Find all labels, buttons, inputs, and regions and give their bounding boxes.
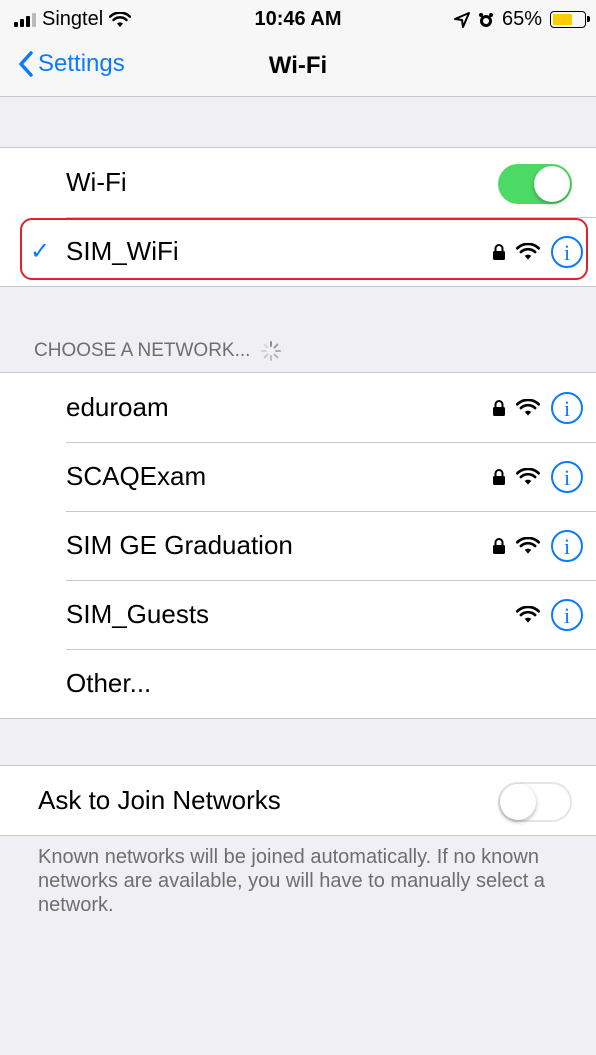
lock-icon [492,399,506,417]
wifi-signal-icon [516,536,540,555]
lock-icon [492,537,506,555]
wifi-signal-icon [516,398,540,417]
networks-group: eduroam i SCAQExam i SIM GE Graduation i… [0,372,596,719]
network-row[interactable]: SCAQExam i [0,442,596,511]
wifi-signal-icon [516,467,540,486]
network-name: SIM GE Graduation [66,530,293,560]
info-icon[interactable]: i [550,391,584,425]
choose-network-header: CHOOSE A NETWORK... [34,340,282,362]
wifi-label: Wi-Fi [66,167,127,197]
other-label: Other... [66,668,152,698]
ask-join-toggle[interactable] [498,782,572,822]
ask-join-label: Ask to Join Networks [38,785,281,815]
network-icons: i [492,217,584,286]
svg-text:i: i [564,603,570,628]
lock-icon [492,468,506,486]
location-icon [453,11,470,28]
wifi-toggle[interactable] [498,164,572,204]
network-row[interactable]: SIM_Guests i [0,580,596,649]
wifi-toggle-row: Wi-Fi [0,148,596,217]
network-name: SIM_WiFi [66,236,179,266]
network-name: SCAQExam [66,461,207,491]
network-name: eduroam [66,392,169,422]
status-right: 65% [453,8,590,31]
choose-network-label: CHOOSE A NETWORK... [34,340,251,361]
info-icon[interactable]: i [550,460,584,494]
toggle-knob [500,784,536,820]
wifi-signal-icon [516,242,540,261]
page-title: Wi-Fi [268,52,328,79]
svg-text:i: i [564,240,570,265]
wifi-signal-icon [516,605,540,624]
ask-join-footer: Known networks will be joined automatica… [38,846,545,916]
info-icon[interactable]: i [550,235,584,269]
checkmark-icon: ✓ [30,238,51,265]
alarm-icon [478,12,493,27]
navigation-bar: Settings Wi-Fi [0,38,596,97]
network-row[interactable]: SIM GE Graduation i [0,511,596,580]
svg-text:i: i [564,534,570,559]
network-icons: i [492,511,584,580]
ask-join-row: Ask to Join Networks [0,766,596,835]
status-bar: Singtel 10:46 AM 65% [0,0,596,38]
info-icon[interactable]: i [550,598,584,632]
battery-fill [553,14,572,25]
info-icon[interactable]: i [550,529,584,563]
ask-join-group: Ask to Join Networks [0,765,596,836]
battery-icon [550,11,590,28]
svg-text:i: i [564,396,570,421]
lock-icon [492,243,506,261]
network-icons: i [492,373,584,442]
network-row[interactable]: eduroam i [0,373,596,442]
network-name: SIM_Guests [66,599,210,629]
battery-percent: 65% [501,8,542,30]
svg-text:i: i [564,465,570,490]
toggle-knob [534,166,570,202]
network-icons: i [516,580,584,649]
connected-network-row[interactable]: ✓ SIM_WiFi i [0,217,596,286]
wifi-group: Wi-Fi ✓ SIM_WiFi i [0,147,596,287]
network-icons: i [492,442,584,511]
loading-spinner-icon [261,341,282,361]
other-network-row[interactable]: Other... [0,649,596,718]
